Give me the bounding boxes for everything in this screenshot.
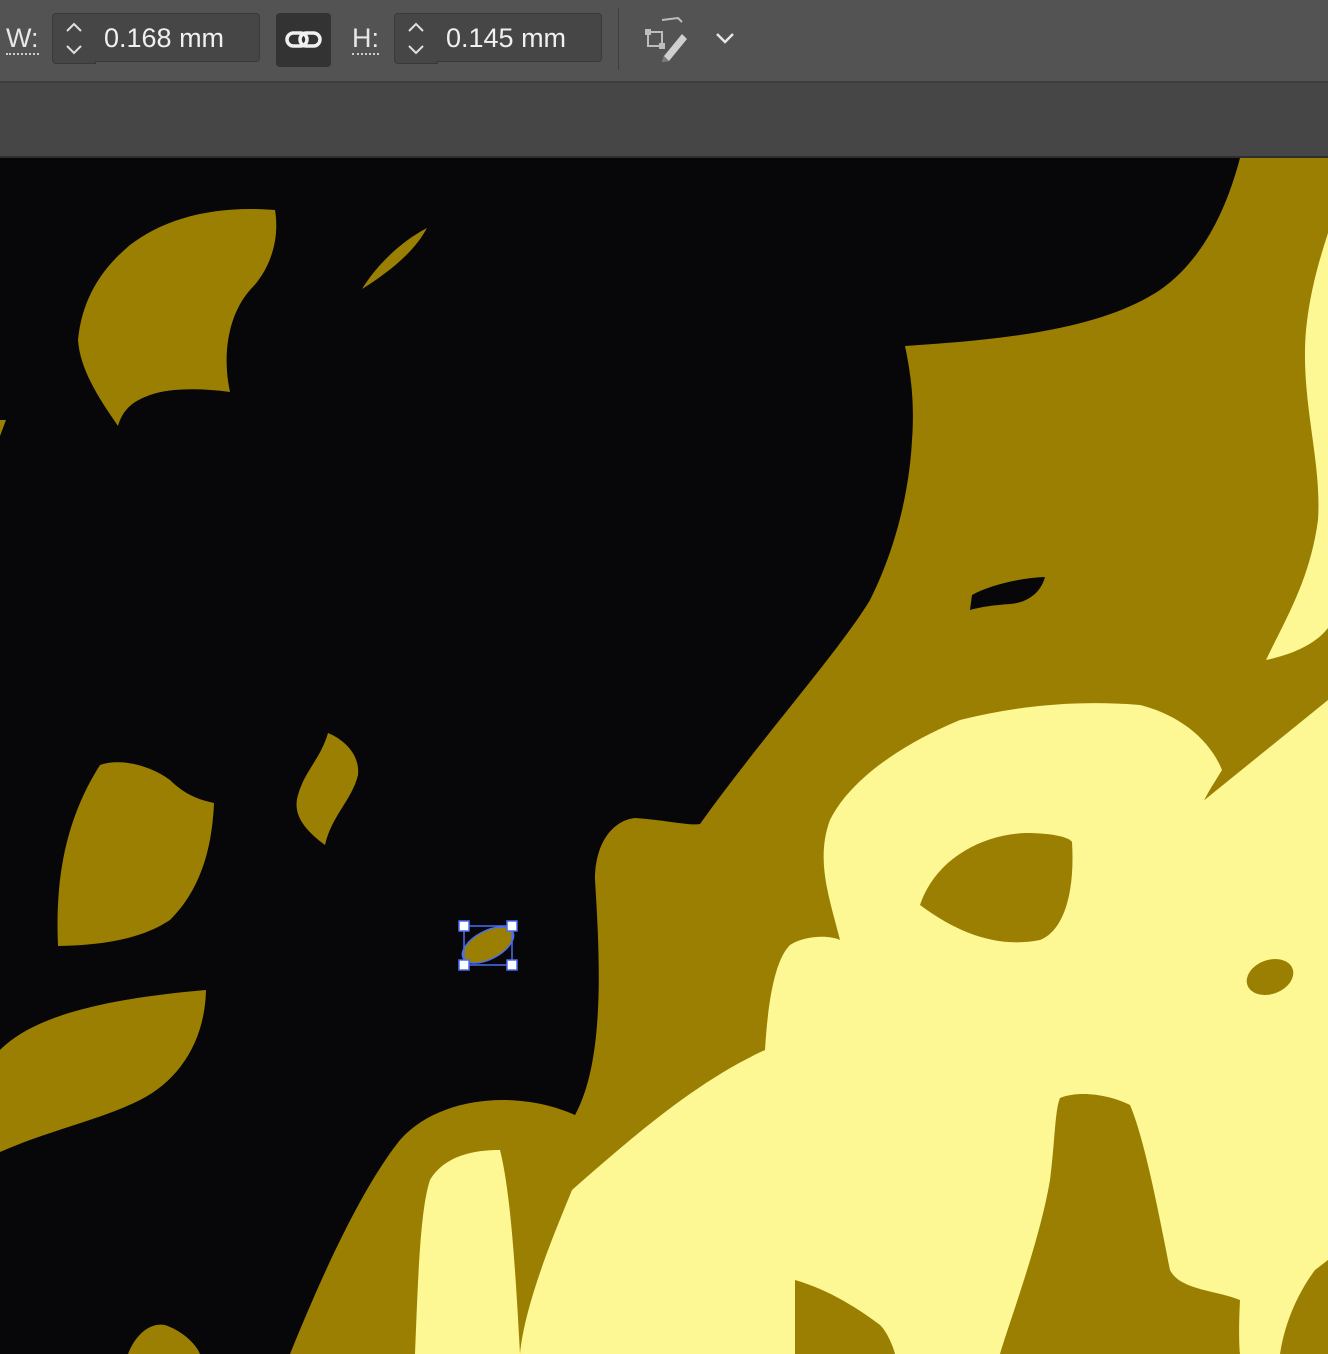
toolbar-divider xyxy=(618,8,619,70)
selection-handle[interactable] xyxy=(458,959,470,971)
selection-handle[interactable] xyxy=(506,920,518,932)
link-icon xyxy=(285,31,322,48)
width-field[interactable]: 0.168 mm xyxy=(95,13,260,62)
height-field[interactable]: 0.145 mm xyxy=(437,13,602,62)
selection-handle[interactable] xyxy=(506,959,518,971)
document-tab-bar xyxy=(0,83,1328,158)
height-label[interactable]: H: xyxy=(352,24,379,55)
chevron-down-icon[interactable] xyxy=(406,43,426,57)
chevron-down-icon[interactable] xyxy=(712,28,738,48)
constrain-proportions-button[interactable] xyxy=(276,13,331,67)
width-label[interactable]: W: xyxy=(6,24,39,55)
selection-handle[interactable] xyxy=(458,920,470,932)
height-stepper[interactable] xyxy=(394,13,438,64)
shape-pencil-icon xyxy=(645,16,687,62)
artboard-canvas[interactable] xyxy=(0,158,1328,1354)
chevron-up-icon[interactable] xyxy=(406,20,426,34)
edit-shape-button[interactable] xyxy=(642,16,690,62)
options-toolbar: W: 0.168 mm H: 0.145 mm xyxy=(0,0,1328,83)
width-stepper[interactable] xyxy=(52,13,96,64)
chevron-up-icon[interactable] xyxy=(64,20,84,34)
chevron-down-icon[interactable] xyxy=(64,43,84,57)
